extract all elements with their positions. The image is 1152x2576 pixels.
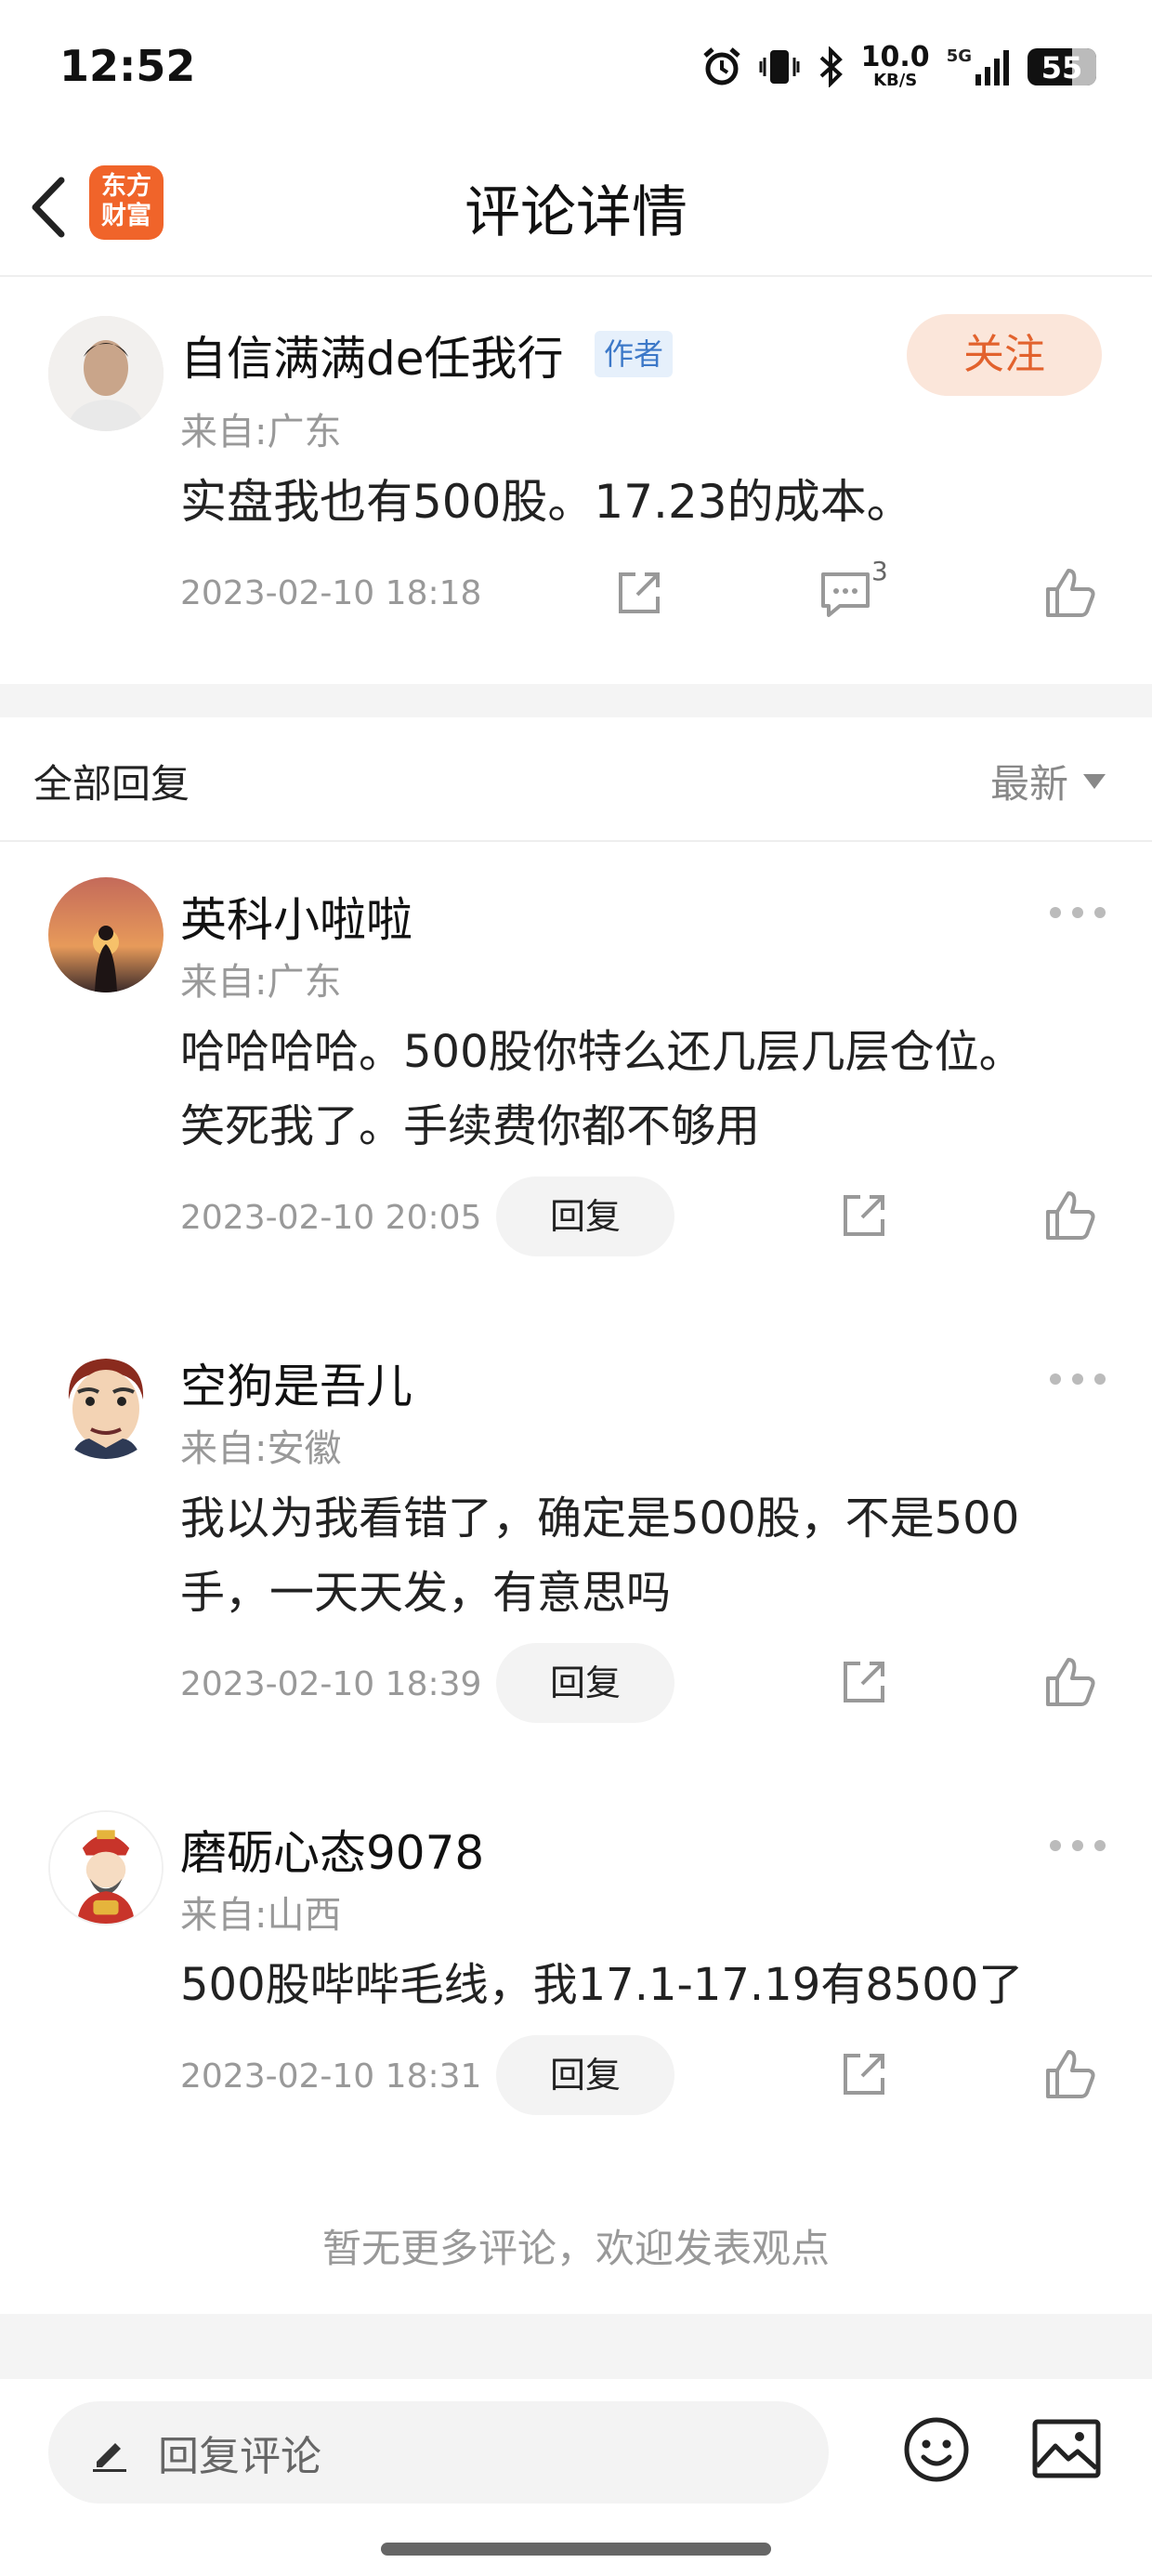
comment-username[interactable]: 自信满满de任我行 <box>180 322 564 388</box>
footer-band <box>0 2314 1152 2379</box>
like-button[interactable] <box>1041 2044 1100 2104</box>
share-button[interactable] <box>834 1652 894 1712</box>
status-bar: 12:52 10.0 KB/S 5G 55 <box>0 0 1152 139</box>
share-icon <box>844 1195 884 1236</box>
page-title: 评论详情 <box>465 180 687 245</box>
reply-text-line1: 500股哔哔毛线，我17.1-17.19有8500了 <box>180 1959 1024 2011</box>
share-icon <box>844 2054 884 2095</box>
section-divider <box>0 684 1152 717</box>
avatar-image <box>48 316 164 431</box>
comment-location: 来自:广东 <box>180 411 342 453</box>
network-speed: 10.0 KB/S <box>860 41 930 90</box>
avatar[interactable] <box>48 316 164 431</box>
reply-timestamp: 2023-02-10 18:39 <box>180 1665 482 1703</box>
pencil-icon <box>93 2443 126 2472</box>
reply-username[interactable]: 英科小啦啦 <box>180 883 412 950</box>
thumbs-up-icon <box>1046 1658 1095 1706</box>
home-indicator[interactable] <box>381 2543 771 2556</box>
reply-location: 来自:安徽 <box>180 1427 342 1470</box>
thumbs-up-icon <box>1046 2050 1095 2098</box>
reply-username[interactable]: 空狗是吾儿 <box>180 1349 412 1416</box>
reply-count: 3 <box>871 556 888 586</box>
battery-icon: 55 <box>1028 48 1096 85</box>
reply-button[interactable]: 回复 <box>496 1643 674 1723</box>
sort-dropdown[interactable]: 最新 <box>990 753 1106 809</box>
more-options-button[interactable] <box>1050 903 1106 922</box>
divider <box>0 840 1152 842</box>
emoji-button[interactable] <box>901 2414 972 2485</box>
avatar-image <box>48 877 164 992</box>
status-time: 12:52 <box>59 41 196 91</box>
reply-username[interactable]: 磨砺心态9078 <box>180 1816 484 1883</box>
alarm-icon <box>703 47 740 85</box>
like-button[interactable] <box>1041 1186 1100 1245</box>
sort-label: 最新 <box>989 761 1068 807</box>
avatar-image <box>50 1812 162 1924</box>
more-options-button[interactable] <box>1050 1370 1106 1388</box>
reply-button[interactable]: 回复 <box>496 2035 674 2115</box>
follow-button[interactable]: 关注 <box>907 314 1102 396</box>
reply-text-line2: 笑死我了。手续费你都不够用 <box>180 1100 761 1152</box>
comment-icon <box>821 572 870 617</box>
share-icon <box>619 572 660 613</box>
image-button[interactable] <box>1031 2418 1102 2479</box>
comment-text: 实盘我也有500股。17.23的成本。 <box>180 475 913 529</box>
share-button[interactable] <box>609 563 669 623</box>
share-button[interactable] <box>834 1186 894 1245</box>
no-more-comments-note: 暂无更多评论，欢迎发表观点 <box>321 2226 830 2271</box>
replies-section-title: 全部回复 <box>33 761 190 807</box>
status-icons: 10.0 KB/S 5G 55 <box>701 41 1096 93</box>
bluetooth-icon <box>819 46 843 87</box>
bottom-input-bar: 回复评论 <box>0 2379 1152 2576</box>
caret-down-icon <box>1083 773 1106 789</box>
reply-timestamp: 2023-02-10 18:31 <box>180 2057 482 2096</box>
reply-text-line2: 手，一天天发，有意思吗 <box>180 1567 672 1619</box>
author-badge: 作者 <box>595 331 673 377</box>
share-button[interactable] <box>834 2044 894 2104</box>
reply-input-placeholder: 回复评论 <box>158 2433 321 2480</box>
cell-signal-icon: 5G <box>947 46 1011 87</box>
comment-timestamp: 2023-02-10 18:18 <box>180 574 482 612</box>
like-button[interactable] <box>1041 1652 1100 1712</box>
avatar[interactable] <box>48 877 164 992</box>
share-icon <box>844 1662 884 1702</box>
battery-level: 55 <box>1041 50 1083 85</box>
more-options-button[interactable] <box>1050 1836 1106 1855</box>
reply-location: 来自:山西 <box>180 1894 342 1937</box>
avatar-image <box>48 1344 164 1459</box>
nav-header: 东方 财富 评论详情 <box>0 139 1152 277</box>
avatar[interactable] <box>48 1810 164 1925</box>
thumbs-up-icon <box>1046 569 1095 617</box>
comment-reply-button[interactable] <box>816 563 875 623</box>
network-type: 5G <box>946 46 972 66</box>
reply-location: 来自:广东 <box>180 961 342 1004</box>
emoji-icon <box>904 2417 969 2482</box>
like-button[interactable] <box>1041 563 1100 623</box>
reply-comment-input[interactable]: 回复评论 <box>48 2401 829 2504</box>
avatar[interactable] <box>48 1344 164 1459</box>
thumbs-up-icon <box>1046 1191 1095 1240</box>
vibrate-icon <box>759 50 800 84</box>
reply-text-line1: 我以为我看错了，确定是500股，不是500 <box>180 1492 1020 1544</box>
image-icon <box>1032 2419 1101 2478</box>
reply-button[interactable]: 回复 <box>496 1176 674 1256</box>
reply-text-line1: 哈哈哈哈。500股你特么还几层几层仓位。 <box>180 1026 1024 1078</box>
reply-timestamp: 2023-02-10 20:05 <box>180 1199 482 1237</box>
